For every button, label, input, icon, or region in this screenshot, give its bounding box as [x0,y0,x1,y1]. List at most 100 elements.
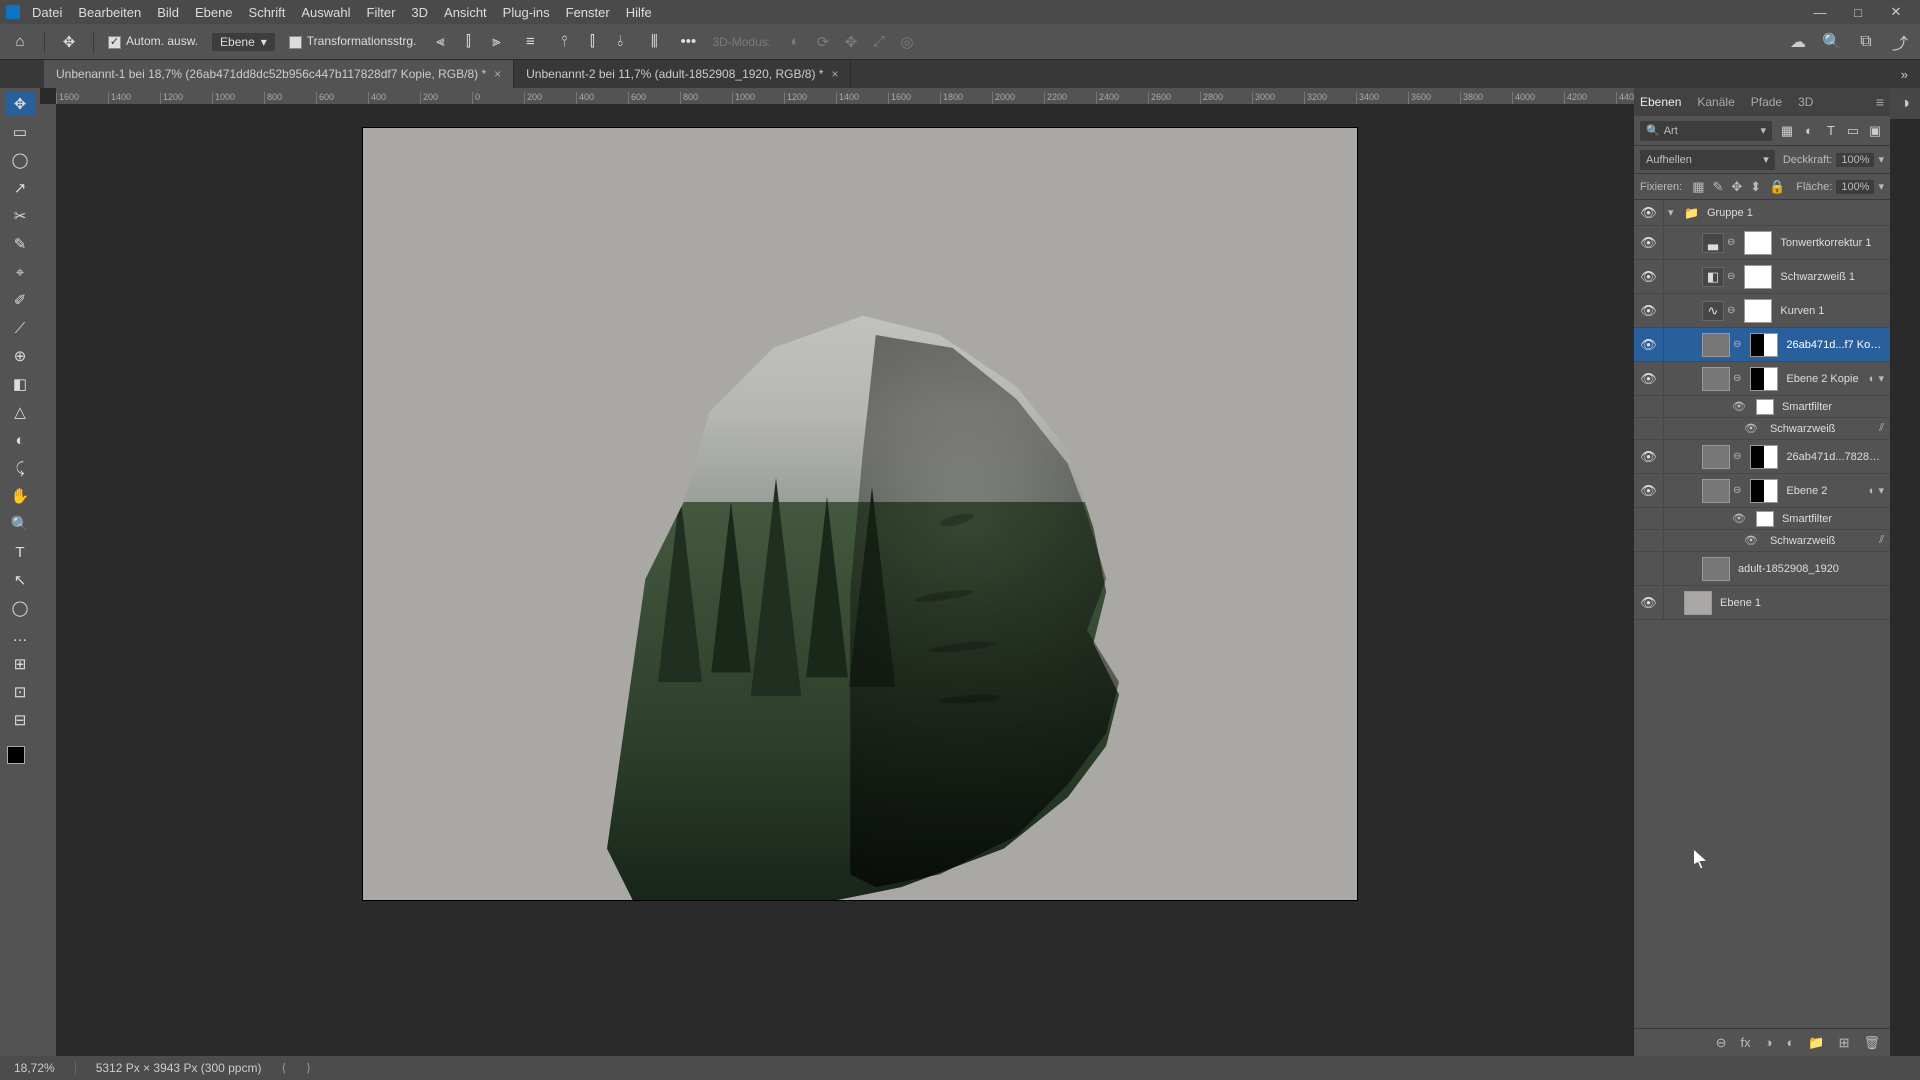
layer-filter-1-icon[interactable]: ◐ [1800,122,1818,140]
filter-settings-icon[interactable]: ⫽ [1879,534,1884,547]
layer-name[interactable]: 26ab471d...7828df7 [1786,451,1884,463]
layer-mask-thumbnail[interactable] [1744,265,1772,289]
tool-6[interactable]: ⌖ [5,260,35,284]
filter-settings-icon[interactable]: ⫽ [1879,422,1884,435]
menu-auswahl[interactable]: Auswahl [301,5,350,20]
panel-tab-ebenen[interactable]: Ebenen [1640,95,1681,109]
tool-16[interactable]: T [5,540,35,564]
layer-thumbnail[interactable] [1684,591,1712,615]
valign-1-icon[interactable]: ⫿ [582,32,602,52]
layer-mask-thumbnail[interactable] [1744,299,1772,323]
info-prev-icon[interactable]: ⟨ [281,1061,286,1075]
layer-row[interactable]: 👁Ebene 1 [1634,586,1890,620]
distribute-icon[interactable]: ⫼ [644,32,664,52]
layer-filter-0-icon[interactable]: ▦ [1778,122,1796,140]
layer-mask-thumbnail[interactable] [1750,479,1778,503]
auto-select-check[interactable]: ✓Autom. ausw. [108,34,198,48]
link-icon[interactable]: ⊖ [1727,237,1735,248]
topright-1-icon[interactable]: 🔍 [1822,32,1842,52]
minimize-button[interactable]: — [1802,2,1838,22]
lock-0-icon[interactable]: ▦ [1692,179,1704,195]
layer-mask-thumbnail[interactable] [1756,399,1774,415]
link-icon[interactable]: ⊖ [1733,451,1741,462]
topright-2-icon[interactable]: ⧉ [1856,32,1876,52]
layer-row[interactable]: 👁Schwarzweiß⫽ [1634,418,1890,440]
layer-mask-thumbnail[interactable] [1756,511,1774,527]
smart-object-icon[interactable]: ◐ ▾ [1869,372,1884,385]
layer-filter-2-icon[interactable]: T [1822,122,1840,140]
info-next-icon[interactable]: ⟩ [306,1061,311,1075]
visibility-toggle[interactable]: 👁 [1634,226,1664,259]
layer-row[interactable]: 👁⊖26ab471d...f7 Kopie [1634,328,1890,362]
menu-schrift[interactable]: Schrift [249,5,286,20]
link-icon[interactable]: ⊖ [1733,373,1741,384]
tool-17[interactable]: ↖ [5,568,35,592]
layer-thumbnail[interactable] [1702,367,1730,391]
layer-row[interactable]: 👁Smartfilter [1634,508,1890,530]
tool-3[interactable]: ↗ [5,176,35,200]
more-options-icon[interactable]: ••• [678,32,698,52]
tool-11[interactable]: △ [5,400,35,424]
tool-9[interactable]: ⊕ [5,344,35,368]
visibility-toggle[interactable] [1634,508,1664,529]
align-2-icon[interactable]: ⫸ [486,32,506,52]
visibility-toggle[interactable]: 👁 [1634,294,1664,327]
layer-row[interactable]: 👁⊖26ab471d...7828df7 [1634,440,1890,474]
layer-name[interactable]: Schwarzweiß [1770,535,1875,547]
visibility-toggle[interactable]: 👁 [1634,586,1664,619]
layer-row[interactable]: 👁Smartfilter [1634,396,1890,418]
document-tab[interactable]: Unbenannt-2 bei 11,7% (adult-1852908_192… [514,60,851,88]
tool-5[interactable]: ✎ [5,232,35,256]
home-icon[interactable]: ⌂ [10,32,30,52]
menu-3d[interactable]: 3D [411,5,428,20]
tool-1[interactable]: ▭ [5,120,35,144]
layer-row[interactable]: 👁◧⊖Schwarzweiß 1 [1634,260,1890,294]
lock-2-icon[interactable]: ✥ [1731,179,1742,195]
tool-preset-icon[interactable]: ✥ [59,32,79,52]
menu-fenster[interactable]: Fenster [566,5,610,20]
lock-4-icon[interactable]: 🔒 [1769,179,1785,195]
tool-21[interactable]: ⊡ [5,680,35,704]
topright-3-icon[interactable]: ⤴ [1890,32,1910,52]
visibility-toggle[interactable] [1634,396,1664,417]
doc-info[interactable]: 5312 Px × 3943 Px (300 ppcm) [96,1061,262,1075]
lock-3-icon[interactable]: ⬍ [1750,179,1761,195]
panel-menu-icon[interactable]: ≡ [1876,94,1884,110]
layer-name[interactable]: Schwarzweiß 1 [1780,271,1884,283]
panel-tab-3d[interactable]: 3D [1798,95,1813,109]
tab-close-icon[interactable]: × [494,67,501,81]
menu-bild[interactable]: Bild [157,5,179,20]
link-icon[interactable]: ⊖ [1727,305,1735,316]
menu-ebene[interactable]: Ebene [195,5,233,20]
layer-mask-thumbnail[interactable] [1750,367,1778,391]
topright-0-icon[interactable]: ☁ [1788,32,1808,52]
layer-name[interactable]: Smartfilter [1782,513,1884,525]
panel-footer-5-icon[interactable]: ⊞ [1839,1035,1850,1051]
layer-name[interactable]: Smartfilter [1782,401,1884,413]
visibility-toggle[interactable]: 👁 [1634,200,1664,225]
tool-12[interactable]: ◐ [5,428,35,452]
valign-2-icon[interactable]: ⫰ [610,32,630,52]
menu-filter[interactable]: Filter [367,5,396,20]
layer-filter-dropdown[interactable]: 🔍 Art ▾ [1640,121,1772,141]
tool-2[interactable]: ◯ [5,148,35,172]
align-sep-icon[interactable]: ≡ [520,32,540,52]
align-1-icon[interactable]: ⫿ [458,32,478,52]
smart-object-icon[interactable]: ◐ ▾ [1869,484,1884,497]
valign-0-icon[interactable]: ⫯ [554,32,574,52]
align-0-icon[interactable]: ⫷ [430,32,450,52]
menu-plug-ins[interactable]: Plug-ins [503,5,550,20]
canvas[interactable] [363,128,1357,900]
link-icon[interactable]: ⊖ [1733,339,1741,350]
maximize-button[interactable]: □ [1840,2,1876,22]
panel-footer-1-icon[interactable]: fx [1741,1035,1751,1050]
fill-value[interactable]: 100% [1836,180,1874,194]
menu-bearbeiten[interactable]: Bearbeiten [78,5,141,20]
layer-thumbnail[interactable] [1702,333,1730,357]
opacity-value[interactable]: 100% [1836,153,1874,167]
panel-footer-6-icon[interactable]: 🗑 [1863,1035,1880,1051]
group-fold-icon[interactable]: ▾ [1668,206,1680,219]
layer-name[interactable]: Schwarzweiß [1770,423,1875,435]
menu-ansicht[interactable]: Ansicht [444,5,487,20]
tool-15[interactable]: 🔍 [5,512,35,536]
